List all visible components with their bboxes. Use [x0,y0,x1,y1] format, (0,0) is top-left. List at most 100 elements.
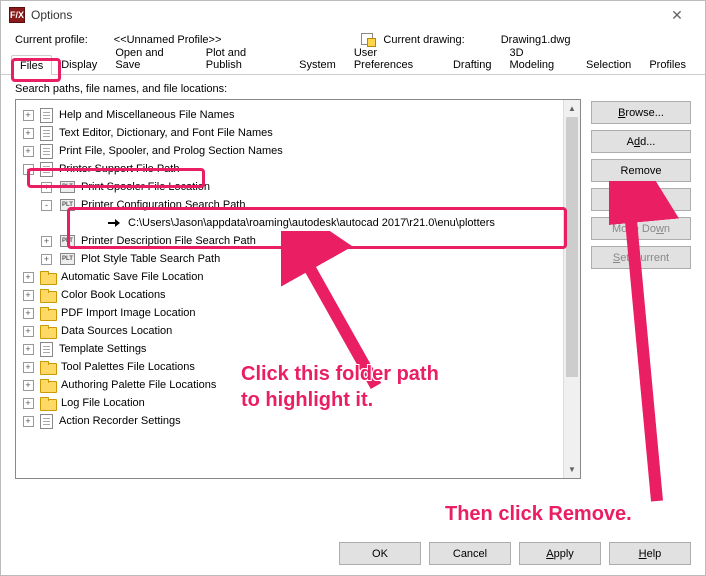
folder-icon [40,325,55,337]
tree-item[interactable]: + Color Book Locations [20,286,580,304]
folder-icon [40,397,55,409]
tree-item-label: Help and Miscellaneous File Names [59,109,234,121]
path-arrow-icon [108,218,122,228]
tab-display[interactable]: Display [52,54,106,74]
folder-icon [40,361,55,373]
scroll-down-icon[interactable]: ▼ [564,461,580,478]
tab-drafting[interactable]: Drafting [444,54,501,74]
side-buttons: Browse... Add... Remove Move Up Move Dow… [591,99,691,479]
tree-item-label: Template Settings [59,343,146,355]
annotation-text-click-remove: Then click Remove. [445,501,632,527]
tree-item[interactable]: + Template Settings [20,340,580,358]
move-up-button: Move Up [591,188,691,211]
scrollbar[interactable]: ▲ ▼ [563,100,580,478]
titlebar: F/X Options ✕ [1,1,705,29]
expand-icon[interactable]: + [23,308,34,319]
tree-item[interactable]: +Log File Location [20,394,580,412]
document-icon [40,126,53,141]
plotter-icon: PLT [60,253,75,265]
tab-plot-and-publish[interactable]: Plot and Publish [197,42,290,74]
tab-profiles[interactable]: Profiles [640,54,695,74]
ok-button[interactable]: OK [339,542,421,565]
cancel-button[interactable]: Cancel [429,542,511,565]
tab-content: Search paths, file names, and file locat… [1,75,705,487]
tree-item-label: Automatic Save File Location [61,271,203,283]
expand-icon[interactable]: + [23,326,34,337]
close-icon[interactable]: ✕ [657,1,697,29]
tree-item[interactable]: C:\Users\Jason\appdata\roaming\autodesk\… [20,214,580,232]
tree-item-label: Text Editor, Dictionary, and Font File N… [59,127,273,139]
tab-3d-modeling[interactable]: 3D Modeling [501,42,578,74]
plotter-icon: PLT [60,235,75,247]
remove-button[interactable]: Remove [591,159,691,182]
tree-item[interactable]: + Authoring Palette File Locations [20,376,580,394]
tab-user-preferences[interactable]: User Preferences [345,42,444,74]
expand-icon[interactable]: + [23,344,34,355]
tree-item-label: Tool Palettes File Locations [61,361,195,373]
tree-item[interactable]: + PDF Import Image Location [20,304,580,322]
browse-button[interactable]: Browse... [591,101,691,124]
help-button[interactable]: Help [609,542,691,565]
expand-icon[interactable]: + [23,416,34,427]
expand-icon[interactable]: + [23,398,34,409]
app-icon: F/X [9,7,25,23]
tree-item-label: Color Book Locations [61,289,166,301]
document-icon [40,342,53,357]
document-icon [40,108,53,123]
expand-icon[interactable]: + [23,146,34,157]
expand-icon[interactable]: + [23,128,34,139]
tree-item-label: Print Spooler File Location [81,181,210,193]
expand-icon[interactable]: + [23,272,34,283]
tab-open-and-save[interactable]: Open and Save [106,42,196,74]
plotter-icon: PLT [60,199,75,211]
add-button[interactable]: Add... [591,130,691,153]
tree-item[interactable]: + Automatic Save File Location [20,268,580,286]
tree-view[interactable]: + Help and Miscellaneous File Names + Text … [15,99,581,479]
collapse-icon[interactable]: - [41,200,52,211]
tree-item[interactable]: + PLT Plot Style Table Search Path [20,250,580,268]
tree-item[interactable]: + Action Recorder Settings [20,412,580,430]
tree-item-label: Printer Configuration Search Path [81,199,245,211]
tab-bar: Files Display Open and Save Plot and Pub… [1,53,705,75]
tree-item[interactable]: -PLT Printer Configuration Search Path [20,196,580,214]
dialog-buttons: OK Cancel Apply Help [339,542,691,565]
tree-item-label: Data Sources Location [61,325,172,337]
expand-icon[interactable]: + [23,290,34,301]
tree-item-label: C:\Users\Jason\appdata\roaming\autodesk\… [128,217,495,229]
tab-system[interactable]: System [290,54,345,74]
tree-item-label: Print File, Spooler, and Prolog Section … [59,145,283,157]
expand-icon[interactable]: + [41,182,52,193]
tab-selection[interactable]: Selection [577,54,640,74]
expand-icon[interactable]: + [23,380,34,391]
tree-item[interactable]: + Help and Miscellaneous File Names [20,106,580,124]
expand-icon[interactable]: + [41,236,52,247]
tree-item[interactable]: + PLT Print Spooler File Location [20,178,580,196]
apply-button[interactable]: Apply [519,542,601,565]
tree-item-label: Plot Style Table Search Path [81,253,220,265]
tree-item-label: Action Recorder Settings [59,415,181,427]
tree-item-label: Printer Description File Search Path [81,235,256,247]
collapse-icon[interactable]: - [23,164,34,175]
options-dialog: F/X Options ✕ Current profile: <<Unnamed… [0,0,706,576]
document-icon [40,162,53,177]
scroll-up-icon[interactable]: ▲ [564,100,580,117]
folder-icon [40,307,55,319]
tree-item-label: Authoring Palette File Locations [61,379,216,391]
expand-icon[interactable]: + [41,254,52,265]
document-icon [40,414,53,429]
plotter-icon: PLT [60,181,75,193]
tree-item-label: Printer Support File Path [59,163,179,175]
tab-files[interactable]: Files [11,55,52,75]
tree-item[interactable]: + Data Sources Location [20,322,580,340]
tree-item[interactable]: + Text Editor, Dictionary, and Font File … [20,124,580,142]
tree-item[interactable]: + PLT Printer Description File Search Path [20,232,580,250]
folder-icon [40,289,55,301]
tree-item-label: PDF Import Image Location [61,307,196,319]
expand-icon[interactable]: + [23,110,34,121]
document-icon [40,144,53,159]
tree-item[interactable]: + Print File, Spooler, and Prolog Section… [20,142,580,160]
tree-item[interactable]: + Tool Palettes File Locations [20,358,580,376]
scroll-thumb[interactable] [566,117,578,377]
tree-item[interactable]: - Printer Support File Path [20,160,580,178]
expand-icon[interactable]: + [23,362,34,373]
